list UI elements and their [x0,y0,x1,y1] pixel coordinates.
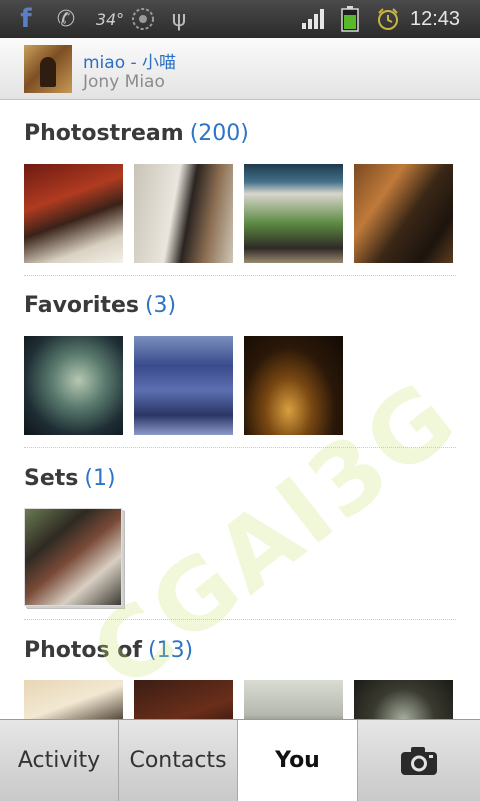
set-thumbnail[interactable] [24,508,122,606]
section-divider [24,447,456,448]
photo-thumbnail[interactable] [244,336,343,435]
account-name[interactable]: miao - 小喵 [83,48,176,73]
status-bar: f ✆ 34° ψ 12:43 [0,0,480,38]
favorites-heading[interactable]: Favorites (3) [24,293,176,318]
tab-activity[interactable]: Activity [0,720,119,801]
tab-contacts[interactable]: Contacts [119,720,238,801]
photostream-title[interactable]: Photostream [24,121,184,146]
photo-thumbnail[interactable] [24,164,123,263]
favorites-title[interactable]: Favorites [24,293,139,318]
account-real-name: Jony Miao [83,72,165,92]
profile-content[interactable]: Photostream(200) Favorites(3) Sets(1) [0,99,480,719]
photostream-heading[interactable]: Photostream (200) [24,121,249,146]
sets-heading[interactable]: Sets (1) [24,466,116,491]
wifi-icon [130,0,156,38]
avatar[interactable] [24,45,72,93]
facebook-icon[interactable]: f [12,0,40,38]
bottom-tab-bar: Activity Contacts You [0,719,480,801]
photo-thumbnail[interactable] [134,680,233,719]
photos-of-heading[interactable]: Photos of (13) [24,638,193,663]
account-header[interactable]: miao - 小喵 Jony Miao [0,38,480,100]
photo-thumbnail[interactable] [244,680,343,719]
alarm-icon [375,0,401,38]
photos-of-title[interactable]: Photos of [24,638,142,663]
photo-thumbnail[interactable] [354,680,453,719]
temperature-readout: 34° [95,9,125,29]
sets-count[interactable]: (1) [84,466,115,491]
usb-icon: ψ [171,6,187,32]
tab-you[interactable]: You [238,720,358,801]
section-divider [24,619,456,620]
photo-thumbnail[interactable] [134,164,233,263]
favorites-count[interactable]: (3) [145,293,176,318]
camera-button[interactable] [358,720,480,801]
photo-thumbnail[interactable] [24,336,123,435]
photo-thumbnail[interactable] [134,336,233,435]
battery-icon [338,0,362,38]
photostream-count[interactable]: (200) [190,121,249,146]
sets-title[interactable]: Sets [24,466,78,491]
photo-thumbnail[interactable] [354,164,453,263]
photo-thumbnail[interactable] [24,680,123,719]
signal-icon [300,0,326,38]
clock-time: 12:43 [410,7,461,30]
camera-icon [401,746,437,775]
photos-of-count[interactable]: (13) [148,638,193,663]
photo-thumbnail[interactable] [244,164,343,263]
section-divider [24,275,456,276]
phone-icon: ✆ [56,6,76,32]
